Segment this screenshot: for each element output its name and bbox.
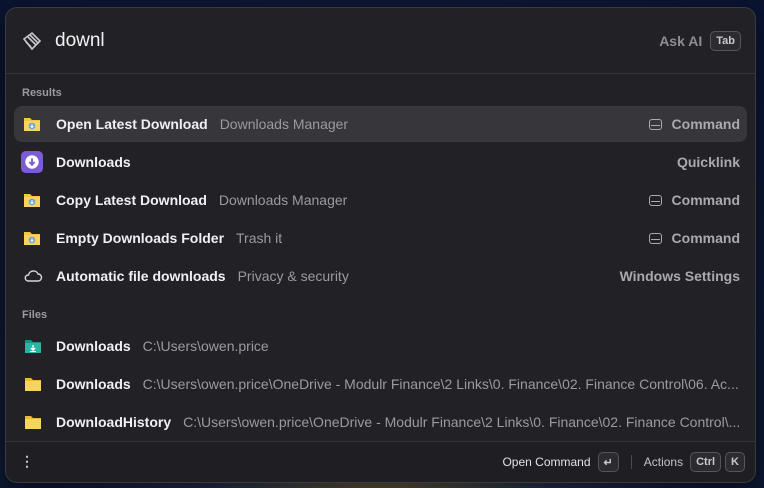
command-icon [648, 194, 662, 206]
result-title: Empty Downloads Folder [56, 230, 225, 246]
file-name: DownloadHistory [56, 414, 172, 430]
result-accessory: Command [671, 192, 740, 208]
result-automatic-file-downloads[interactable]: Automatic file downloads Privacy & secur… [14, 258, 747, 294]
file-name: Downloads [56, 338, 131, 354]
result-subtitle: Downloads Manager [218, 192, 348, 208]
file-path: C:\Users\owen.price [142, 338, 269, 354]
folder-download-icon [24, 118, 40, 131]
cloud-icon [24, 270, 43, 282]
search-input[interactable] [55, 28, 535, 54]
result-empty-downloads-folder[interactable]: Empty Downloads Folder Trash it Command [14, 220, 747, 256]
file-path: C:\Users\owen.price\OneDrive - Modulr Fi… [142, 376, 739, 392]
result-accessory: Command [671, 116, 740, 132]
result-accessory: Command [671, 230, 740, 246]
result-open-latest-download[interactable]: Open Latest Download Downloads Manager C… [14, 106, 747, 142]
command-icon [648, 232, 662, 244]
results-section-title: Results [22, 87, 62, 99]
result-downloads-quicklink[interactable]: Downloads Quicklink [14, 144, 747, 180]
result-title: Open Latest Download [56, 116, 208, 132]
launcher-window: Ask AI Tab Results Open Latest Download … [5, 7, 756, 483]
folder-download-icon [24, 232, 40, 245]
ask-ai-button[interactable]: Ask AI Tab [659, 31, 741, 51]
search-bar: Ask AI Tab [6, 8, 755, 74]
ask-ai-label: Ask AI [659, 33, 703, 49]
result-accessory: Windows Settings [619, 268, 740, 284]
launcher-logo-icon [22, 31, 42, 51]
footer-divider [630, 455, 632, 469]
file-row[interactable]: DownloadHistory C:\Users\owen.price\OneD… [14, 404, 747, 440]
folder-download-icon [24, 194, 40, 207]
ctrl-key-hint: Ctrl [690, 452, 722, 472]
folder-icon [25, 378, 41, 391]
result-subtitle: Trash it [236, 230, 283, 246]
folder-icon [25, 416, 41, 429]
download-circle-icon [21, 151, 43, 173]
result-subtitle: Downloads Manager [219, 116, 349, 132]
result-title: Automatic file downloads [56, 268, 226, 284]
file-path: C:\Users\owen.price\OneDrive - Modulr Fi… [183, 414, 741, 430]
k-key-hint: K [725, 452, 745, 472]
file-name: Downloads [56, 376, 131, 392]
result-subtitle: Privacy & security [237, 268, 349, 284]
result-accessory: Quicklink [676, 154, 740, 170]
result-title: Downloads [56, 154, 131, 170]
actions-button[interactable]: Actions [644, 455, 683, 469]
download-folder-icon [25, 340, 41, 353]
file-row[interactable]: Downloads C:\Users\owen.price\OneDrive -… [14, 366, 747, 402]
result-title: Copy Latest Download [56, 192, 207, 208]
tab-key-hint: Tab [710, 31, 741, 51]
more-menu-button[interactable]: ⋮ [20, 453, 34, 470]
file-row[interactable]: Downloads C:\Users\owen.price [14, 328, 747, 364]
enter-key-hint: ↵ [597, 452, 619, 472]
files-section-title: Files [22, 309, 48, 321]
result-copy-latest-download[interactable]: Copy Latest Download Downloads Manager C… [14, 182, 747, 218]
command-icon [648, 118, 662, 130]
primary-action-label[interactable]: Open Command [502, 455, 590, 469]
footer-bar: ⋮ Open Command ↵ Actions Ctrl K [6, 441, 755, 482]
